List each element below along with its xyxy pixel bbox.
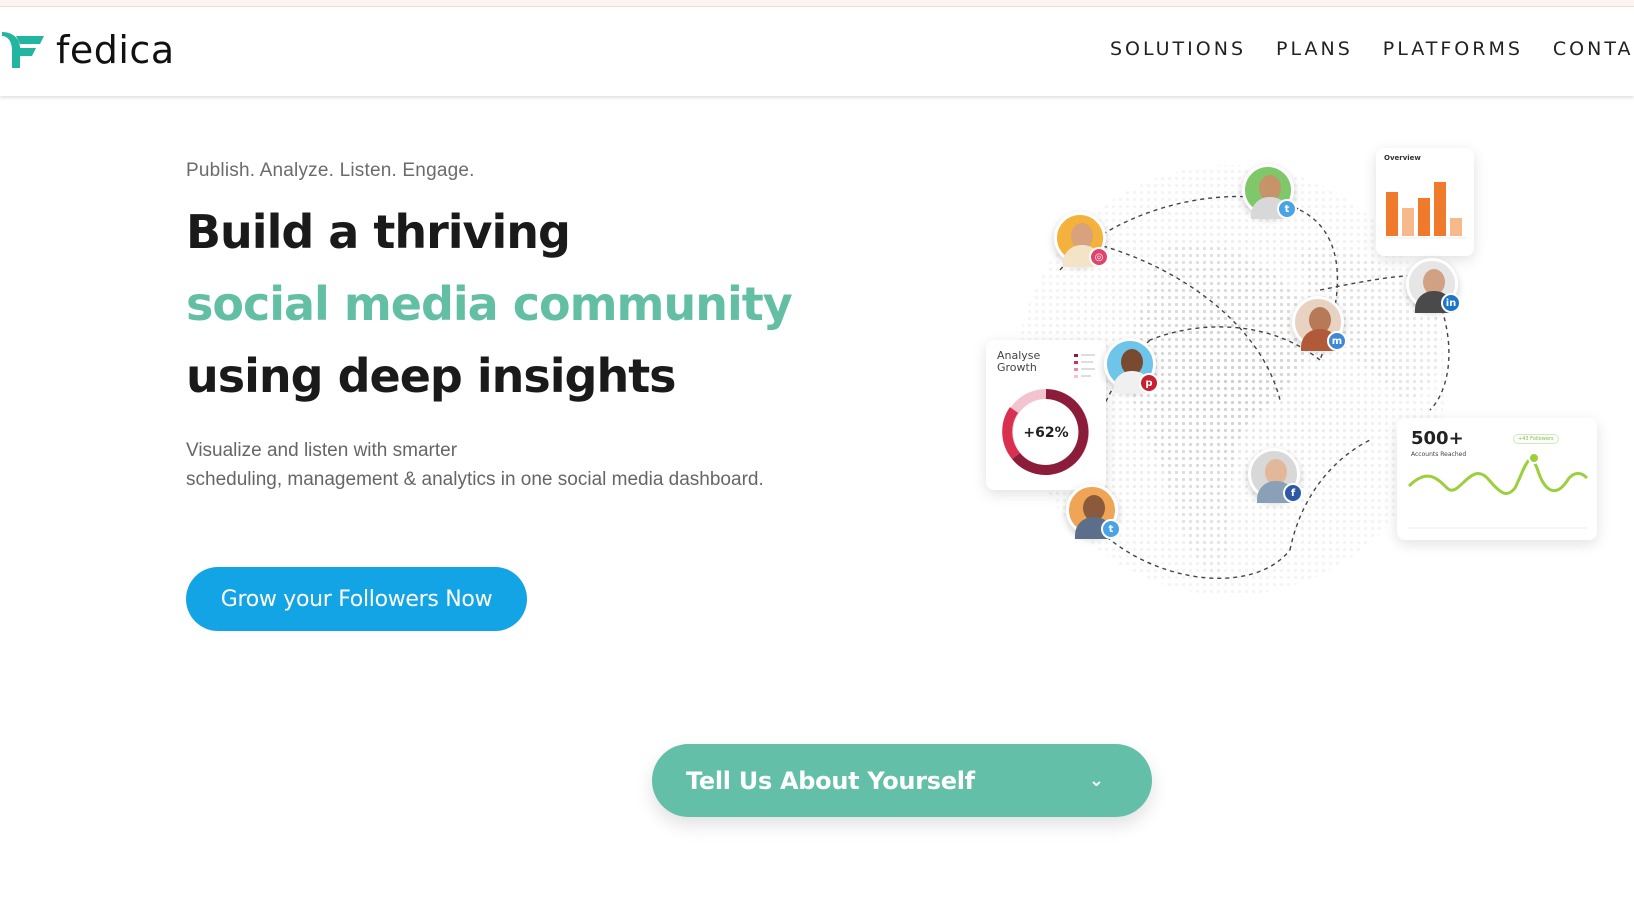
facebook-icon: f — [1283, 483, 1303, 503]
site-header: fedica SOLUTIONS PLANS PLATFORMS CONTACT — [0, 8, 1634, 96]
tell-us-label: Tell Us About Yourself — [686, 766, 975, 795]
logo-text: fedica — [56, 28, 175, 72]
hero-subtitle: Visualize and listen with smarter schedu… — [186, 436, 886, 494]
avatar-linkedin: in — [1406, 258, 1461, 313]
subtitle-line-2: scheduling, management & analytics in on… — [186, 469, 764, 490]
chevron-down-icon: ⌄ — [1088, 770, 1104, 791]
nav-plans[interactable]: PLANS — [1276, 38, 1353, 60]
hero-tagline: Publish. Analyze. Listen. Engage. — [186, 160, 475, 181]
growth-card: Analyse Growth +62% — [986, 340, 1106, 490]
overview-card: Overview — [1376, 148, 1474, 256]
overview-bar-chart — [1384, 182, 1466, 239]
nav-platforms[interactable]: PLATFORMS — [1383, 38, 1523, 60]
growth-donut-chart — [1002, 354, 1095, 475]
twitter-icon: t — [1101, 519, 1121, 539]
nav-solutions[interactable]: SOLUTIONS — [1110, 38, 1246, 60]
logo[interactable]: fedica — [0, 28, 175, 72]
avatar-mastodon: m — [1292, 296, 1347, 351]
hero-illustration: Overview Analyse Growth +62% 500+ Accoun… — [970, 140, 1634, 640]
main-nav: SOLUTIONS PLANS PLATFORMS CONTACT — [1110, 38, 1634, 60]
headline-line-3: using deep insights — [186, 349, 677, 403]
reach-line-chart — [1407, 452, 1589, 529]
growth-value: +62% — [1023, 425, 1069, 441]
avatar-pinterest: p — [1104, 338, 1159, 393]
tell-us-about-yourself-dropdown[interactable]: Tell Us About Yourself ⌄ — [652, 744, 1152, 817]
linkedin-icon: in — [1441, 293, 1461, 313]
pinterest-icon: p — [1139, 373, 1159, 393]
headline-line-1: Build a thriving — [186, 205, 571, 259]
instagram-icon: ◎ — [1089, 247, 1109, 267]
grow-followers-button[interactable]: Grow your Followers Now — [186, 567, 527, 631]
hero-section: Publish. Analyze. Listen. Engage. Build … — [186, 160, 886, 494]
headline-line-2: social media community — [186, 277, 793, 331]
mastodon-icon: m — [1327, 331, 1347, 351]
avatar-twitter-bottom: t — [1066, 484, 1121, 539]
reach-card: 500+ Accounts Reached +43 Followers — [1397, 418, 1597, 540]
avatar-instagram: ◎ — [1054, 212, 1109, 267]
top-strip — [0, 0, 1634, 7]
twitter-icon: t — [1277, 199, 1297, 219]
avatar-facebook: f — [1248, 448, 1303, 503]
avatar-twitter-top: t — [1242, 164, 1297, 219]
fedica-logo-icon — [2, 32, 44, 68]
nav-contact[interactable]: CONTACT — [1553, 38, 1634, 60]
subtitle-line-1: Visualize and listen with smarter — [186, 440, 458, 461]
